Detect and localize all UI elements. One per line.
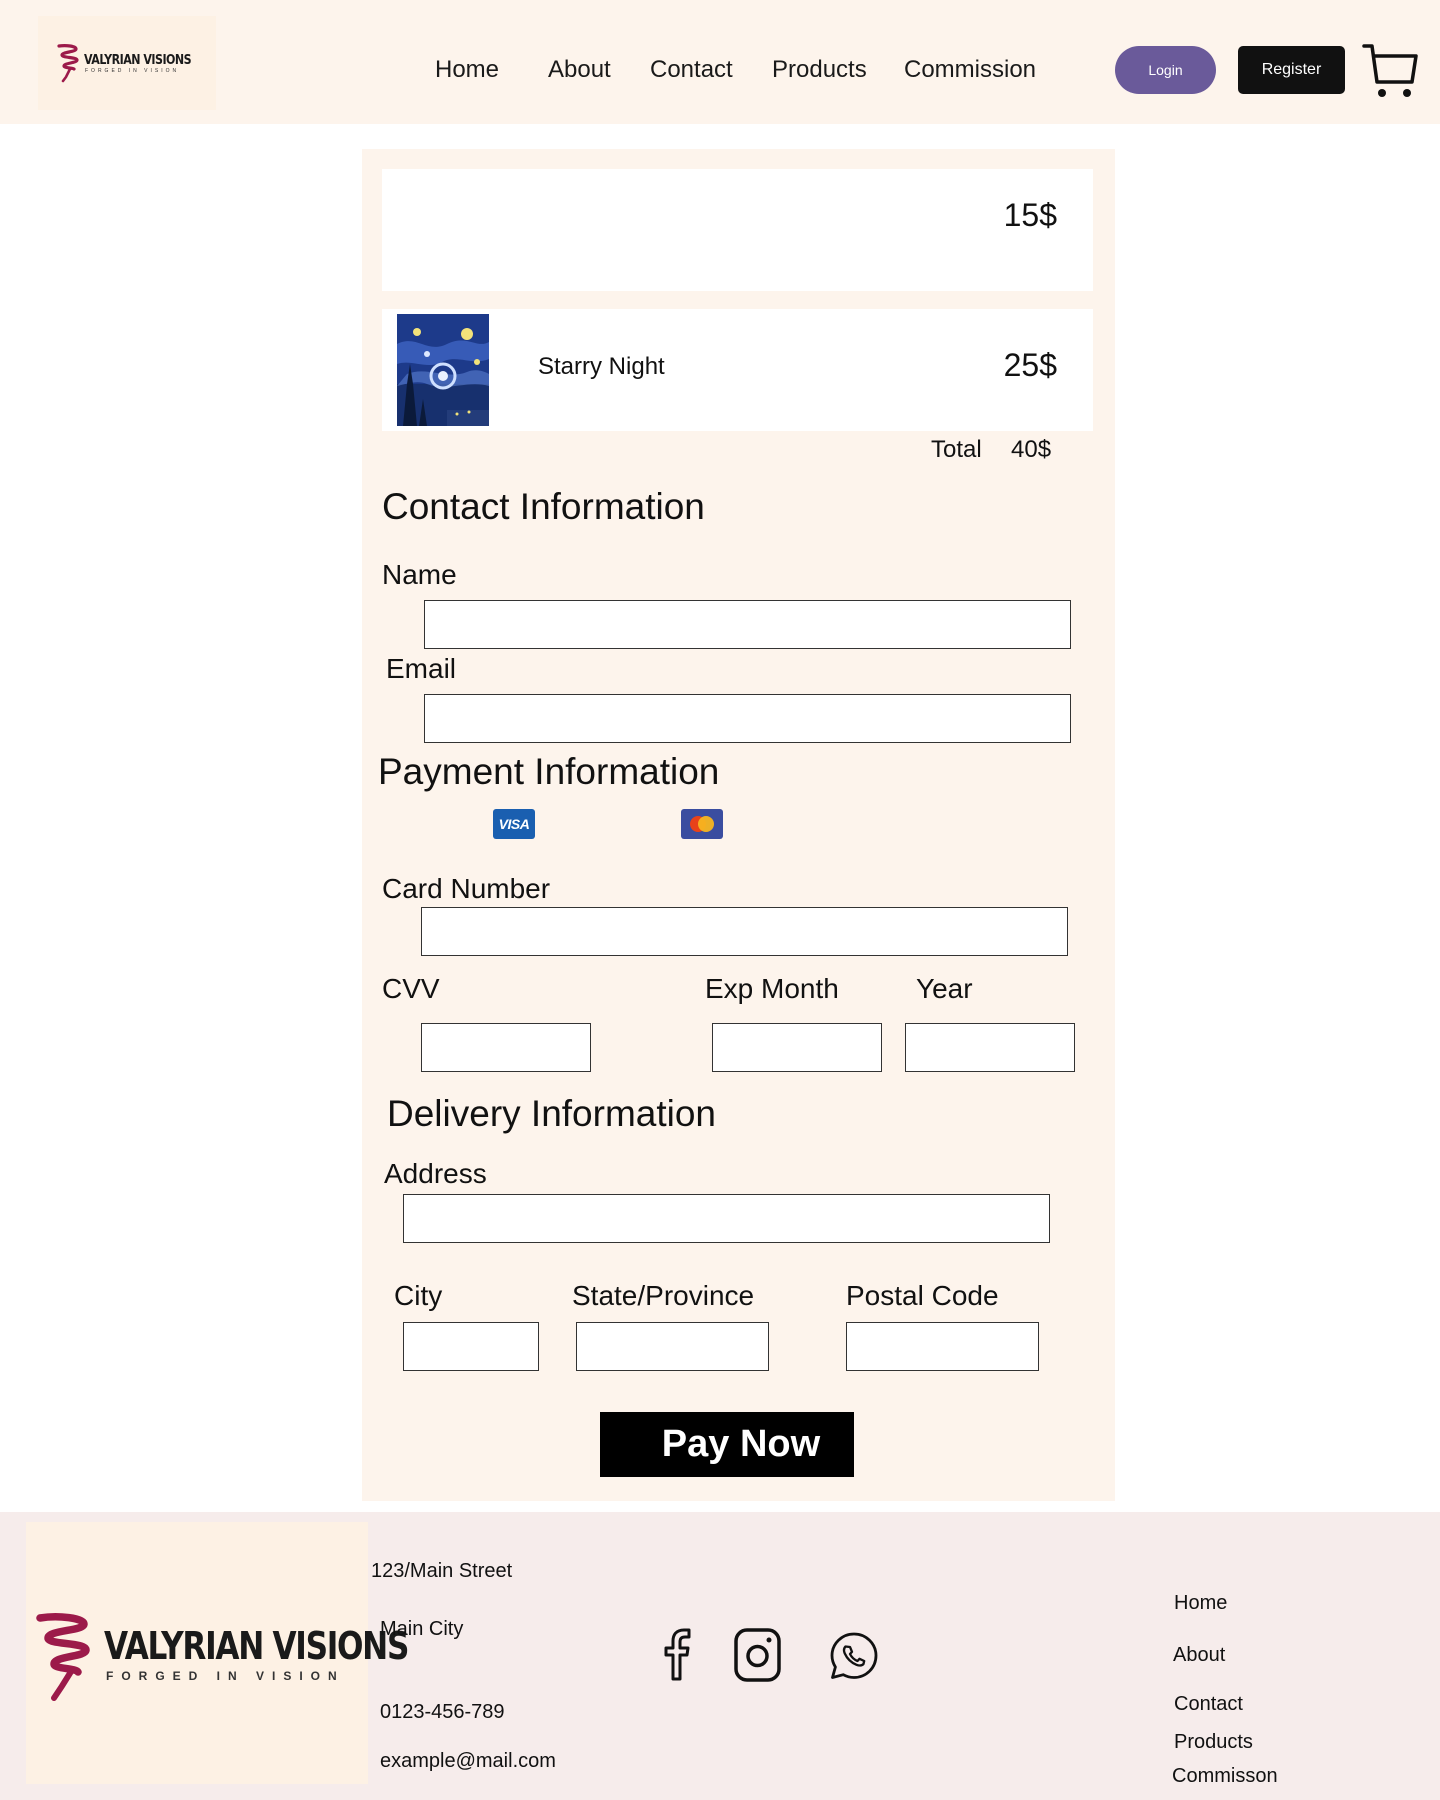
- address-label: Address: [384, 1158, 487, 1189]
- login-button[interactable]: Login: [1115, 46, 1216, 94]
- instagram-icon[interactable]: [733, 1627, 783, 1683]
- item-price: 25$: [1003, 347, 1057, 383]
- cvv-label: CVV: [382, 973, 440, 1004]
- order-item: 15$: [382, 169, 1093, 291]
- brush-logo-icon: [57, 44, 79, 83]
- register-button[interactable]: Register: [1238, 46, 1345, 94]
- brand-name: VALYRIAN VISIONS: [84, 52, 192, 68]
- brand-tagline: FORGED IN VISION: [85, 67, 180, 74]
- email-field[interactable]: [424, 694, 1071, 743]
- footer-link-about[interactable]: About: [1173, 1644, 1225, 1667]
- name-field[interactable]: [424, 600, 1071, 649]
- visa-label: VISA: [498, 816, 530, 832]
- order-item: Starry Night 25$: [382, 309, 1093, 431]
- brand-logo[interactable]: VALYRIAN VISIONS FORGED IN VISION: [38, 16, 216, 110]
- footer-link-products[interactable]: Products: [1174, 1731, 1253, 1754]
- nav-contact[interactable]: Contact: [650, 56, 733, 84]
- state-field[interactable]: [576, 1322, 769, 1371]
- whatsapp-icon[interactable]: [828, 1630, 880, 1682]
- city-field[interactable]: [403, 1322, 539, 1371]
- cart-icon[interactable]: [1362, 42, 1418, 100]
- footer-email[interactable]: example@mail.com: [380, 1750, 556, 1773]
- nav-about[interactable]: About: [548, 56, 611, 84]
- starry-night-thumbnail: [397, 314, 489, 426]
- nav-commission[interactable]: Commission: [904, 56, 1036, 84]
- postal-code-label: Postal Code: [846, 1280, 999, 1311]
- card-number-label: Card Number: [382, 873, 551, 904]
- total-label: Total: [931, 436, 982, 463]
- brush-logo-icon: [36, 1613, 90, 1701]
- name-label: Name: [382, 559, 457, 590]
- email-label: Email: [386, 653, 457, 684]
- contact-info-title: Contact Information: [382, 486, 705, 527]
- total-value: 40$: [1011, 436, 1052, 463]
- footer-address-line2: Main City: [380, 1618, 464, 1640]
- year-label: Year: [916, 973, 973, 1004]
- footer-phone: 0123-456-789: [380, 1701, 505, 1723]
- footer-link-commission[interactable]: Commisson: [1172, 1765, 1278, 1788]
- visa-icon[interactable]: VISA: [493, 809, 535, 839]
- year-field[interactable]: [905, 1023, 1075, 1072]
- nav-products[interactable]: Products: [772, 56, 867, 84]
- footer-address-line1: 123/Main Street: [371, 1560, 513, 1582]
- footer-link-home[interactable]: Home: [1174, 1592, 1227, 1615]
- postal-code-field[interactable]: [846, 1322, 1039, 1371]
- payment-info-title: Payment Information: [378, 751, 720, 792]
- exp-month-label: Exp Month: [705, 973, 839, 1004]
- item-price: 15$: [1003, 197, 1057, 233]
- footer-brand-name: VALYRIAN VISIONS: [104, 1624, 409, 1668]
- address-field[interactable]: [403, 1194, 1050, 1243]
- site-header: VALYRIAN VISIONS FORGED IN VISION Home A…: [0, 0, 1440, 124]
- state-label: State/Province: [572, 1280, 755, 1311]
- card-number-field[interactable]: [421, 907, 1068, 956]
- cvv-field[interactable]: [421, 1023, 591, 1072]
- footer-brand-tagline: FORGED IN VISION: [106, 1669, 345, 1683]
- footer-brand-logo: VALYRIAN VISIONS FORGED IN VISION: [26, 1522, 409, 1784]
- mastercard-icon[interactable]: [681, 809, 723, 839]
- footer-link-contact[interactable]: Contact: [1174, 1693, 1243, 1716]
- facebook-icon[interactable]: [660, 1626, 696, 1682]
- exp-month-field[interactable]: [712, 1023, 882, 1072]
- item-name: Starry Night: [538, 353, 665, 380]
- city-label: City: [394, 1280, 443, 1311]
- nav-home[interactable]: Home: [435, 56, 499, 84]
- pay-now-button[interactable]: Pay Now: [600, 1412, 854, 1477]
- delivery-info-title: Delivery Information: [387, 1093, 717, 1134]
